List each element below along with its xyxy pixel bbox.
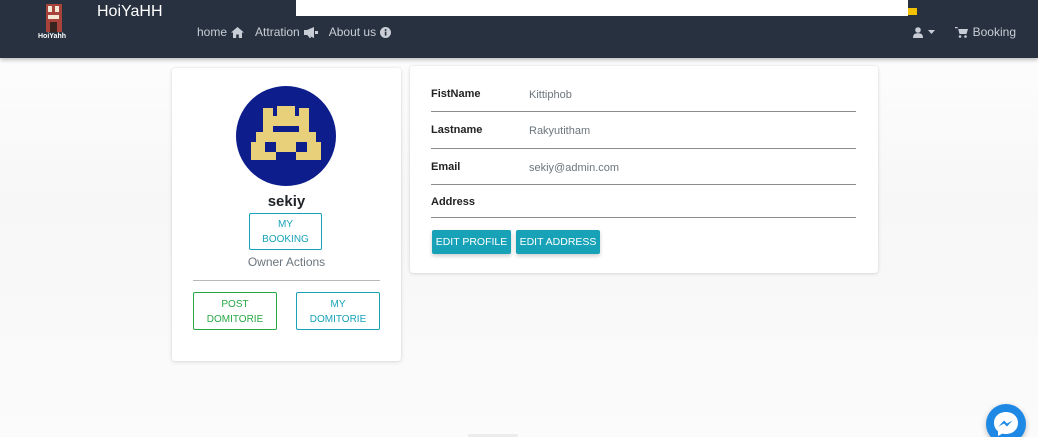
- user-icon: [912, 26, 923, 38]
- nav-links: home Attration About us: [197, 24, 392, 40]
- nav-about[interactable]: About us: [328, 25, 392, 39]
- brand-name[interactable]: HoiYaHH: [97, 4, 163, 20]
- top-yellow-mark: [908, 8, 917, 15]
- home-icon: [231, 26, 245, 38]
- first-name-value: Kittiphob: [529, 89, 572, 101]
- nav-right: Booking: [912, 24, 1016, 40]
- edit-profile-button[interactable]: EDIT PROFILE: [432, 230, 511, 254]
- mydorm-line1: MY: [330, 299, 346, 310]
- email-label: Email: [431, 161, 461, 173]
- email-value: sekiy@admin.com: [529, 162, 620, 174]
- post-line2: DOMITORIE: [206, 314, 264, 325]
- nav-booking[interactable]: Booking: [954, 25, 1016, 39]
- my-domitorie-button[interactable]: MY DOMITORIE: [296, 292, 380, 330]
- divider: [193, 280, 380, 281]
- top-overlay-strip: [296, 0, 908, 16]
- messenger-chat-button[interactable]: [986, 404, 1026, 437]
- logo-caption: HoiYahh: [38, 33, 67, 40]
- nav-booking-label: Booking: [972, 25, 1016, 39]
- avatar[interactable]: [236, 86, 336, 186]
- first-name-label: FistName: [431, 88, 481, 100]
- nav-about-label: About us: [328, 25, 377, 39]
- nav-home[interactable]: home: [197, 25, 245, 39]
- cart-icon: [954, 26, 968, 38]
- last-name-label: Lastname: [431, 124, 483, 136]
- my-booking-button[interactable]: MY BOOKING: [249, 213, 322, 250]
- my-booking-line2: BOOKING: [262, 234, 309, 245]
- row-divider: [431, 148, 856, 149]
- post-line1: POST: [221, 299, 249, 310]
- post-domitorie-button[interactable]: POST DOMITORIE: [193, 292, 277, 330]
- row-divider: [431, 217, 856, 218]
- owner-actions-heading: Owner Actions: [247, 255, 326, 269]
- nav-attraction-label: Attration: [255, 25, 300, 39]
- row-divider: [431, 184, 856, 185]
- row-divider: [431, 111, 856, 112]
- info-circle-icon: [380, 26, 392, 38]
- edit-address-button[interactable]: EDIT ADDRESS: [516, 230, 600, 254]
- last-name-value: Rakyutitham: [529, 125, 591, 137]
- user-info-card: FistName Kittiphob Lastname Rakyutitham …: [410, 66, 878, 273]
- bullhorn-icon: [303, 26, 318, 38]
- nav-attraction[interactable]: Attration: [255, 25, 318, 39]
- caret-down-icon: [927, 30, 935, 34]
- my-booking-line1: MY: [278, 219, 293, 230]
- username: sekiy: [267, 193, 306, 210]
- nav-home-label: home: [197, 25, 228, 39]
- mydorm-line2: DOMITORIE: [309, 314, 367, 325]
- messenger-icon: [994, 412, 1018, 436]
- user-menu[interactable]: [912, 26, 935, 38]
- profile-card: sekiy MY BOOKING Owner Actions POST DOMI…: [172, 68, 401, 361]
- brand-logo[interactable]: [36, 4, 76, 32]
- address-label: Address: [431, 196, 476, 208]
